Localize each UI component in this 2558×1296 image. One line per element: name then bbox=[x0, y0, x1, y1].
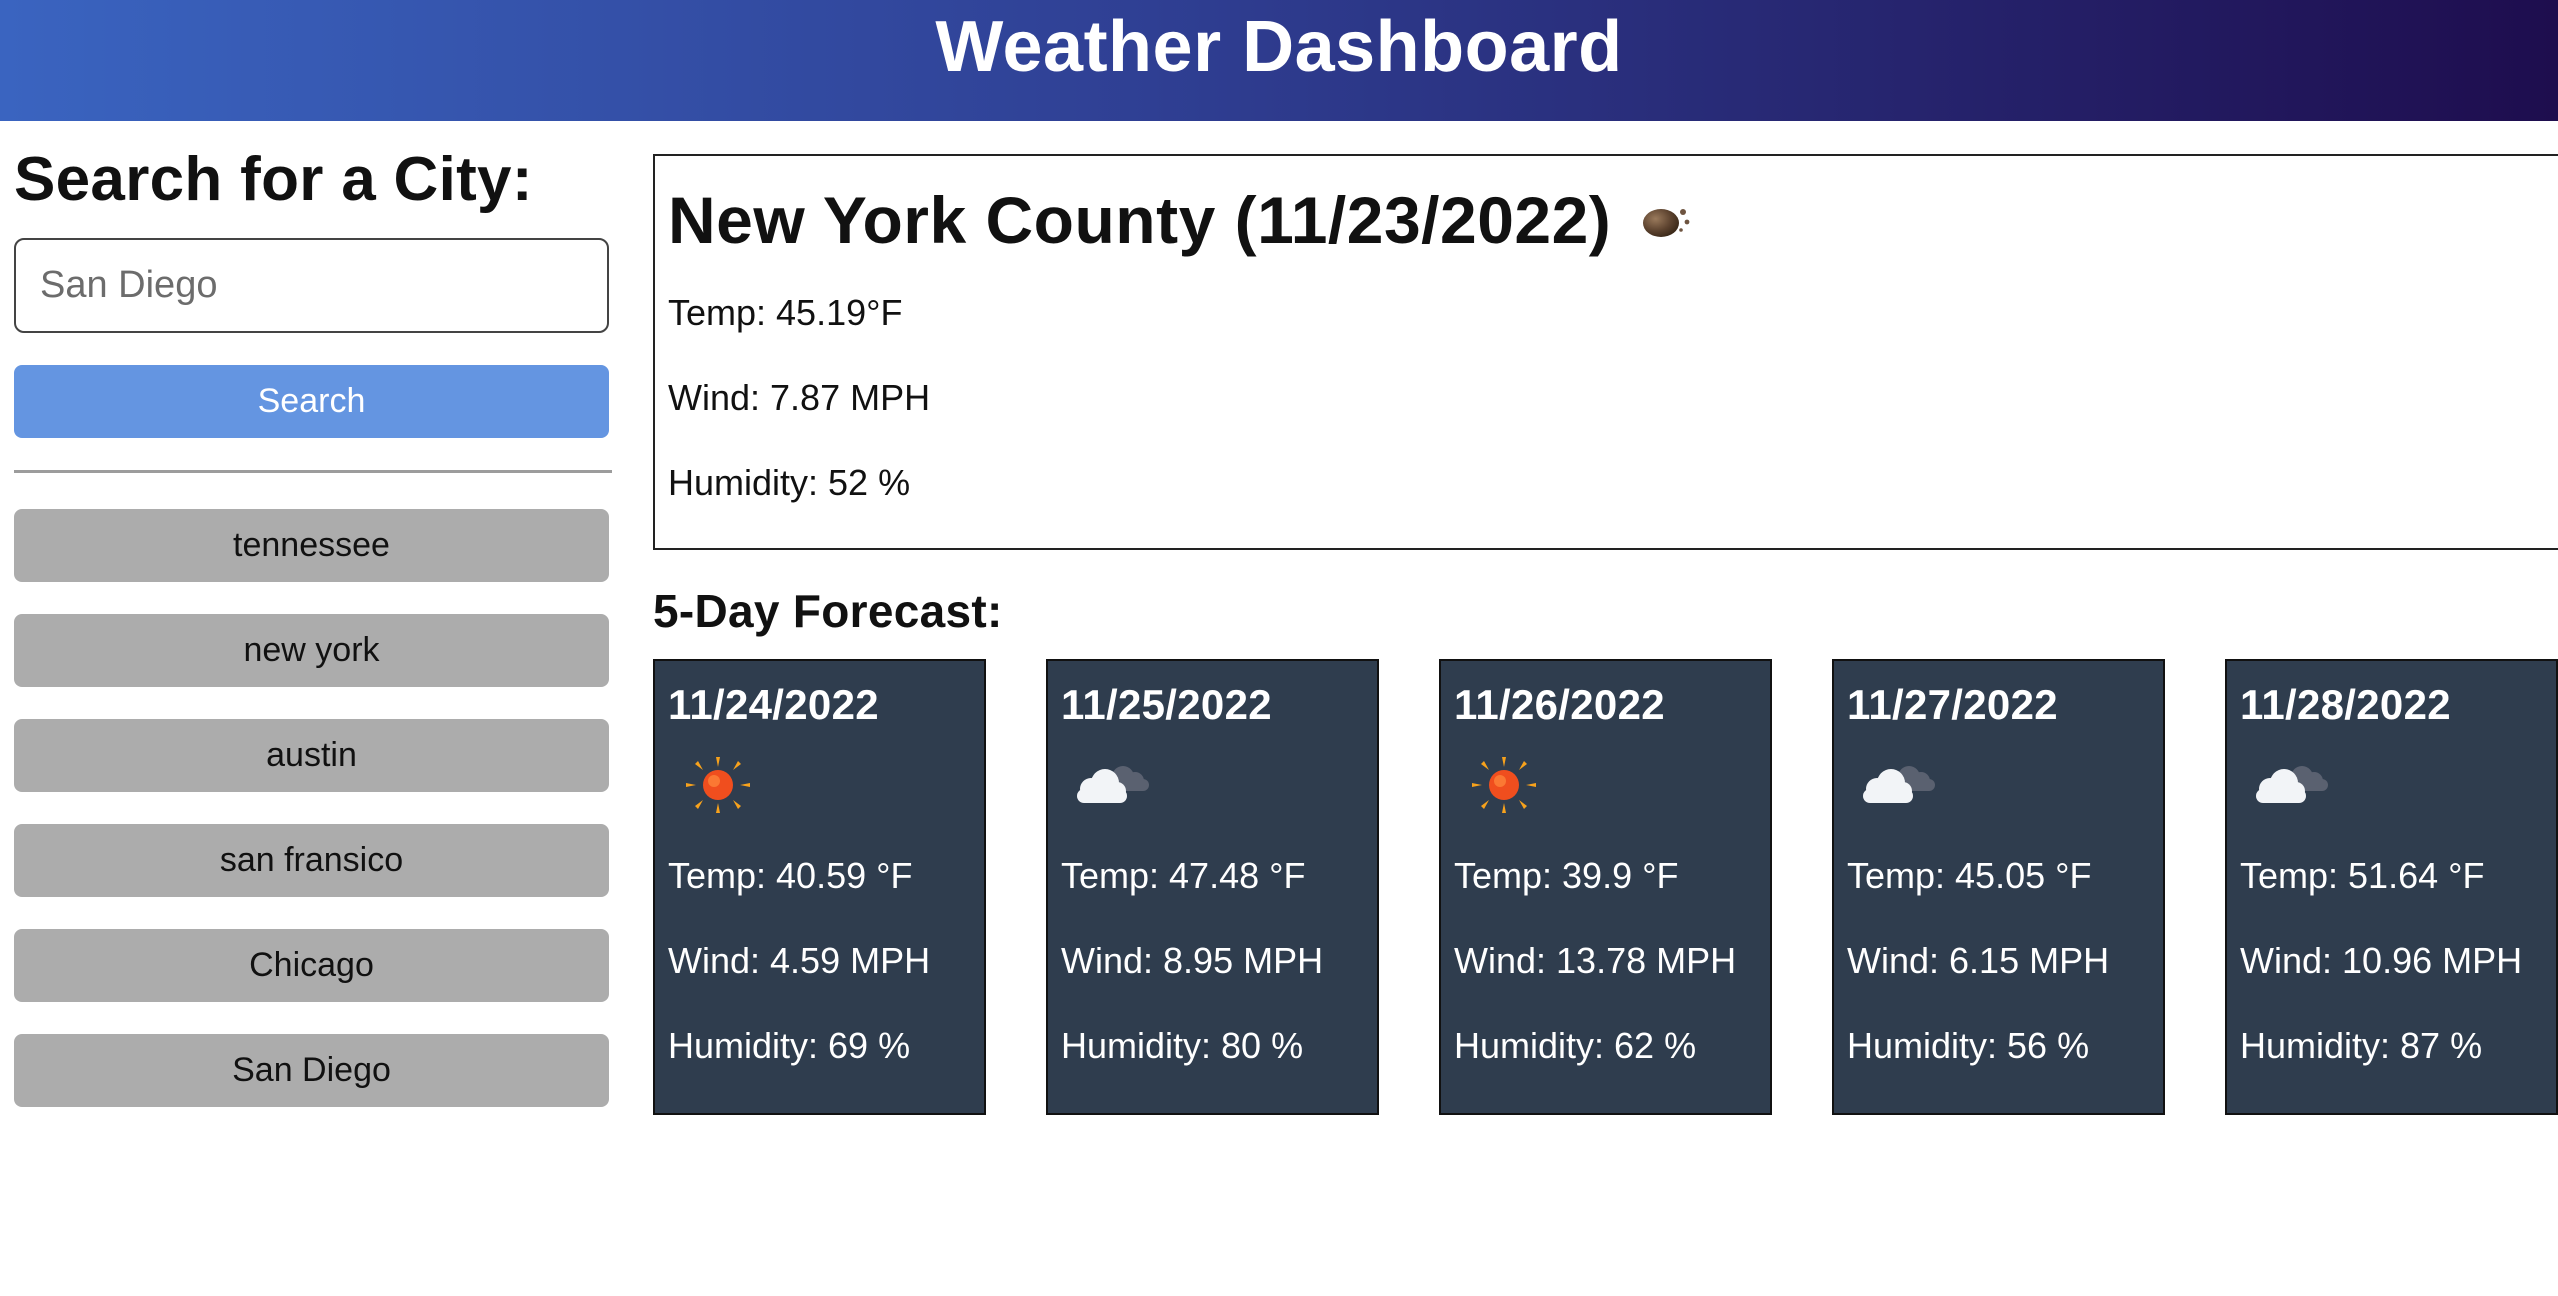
clouds-icon bbox=[1863, 766, 1935, 803]
forecast-temp: Temp: 45.05 °F bbox=[1847, 855, 2092, 896]
search-heading: Search for a City: bbox=[14, 145, 533, 214]
forecast-cards: 11/24/2022 Temp: 40.59 °F Wind: 4.59 MPH… bbox=[653, 659, 2558, 1115]
forecast-heading: 5-Day Forecast: bbox=[653, 585, 1003, 637]
forecast-humidity: Humidity: 56 % bbox=[1847, 1025, 2090, 1066]
history-button-chicago[interactable]: Chicago bbox=[14, 929, 609, 1002]
current-humidity: Humidity: 52 % bbox=[668, 462, 911, 503]
forecast-temp: Temp: 40.59 °F bbox=[668, 855, 913, 896]
forecast-date: 11/27/2022 bbox=[1847, 681, 2058, 728]
forecast-wind: Wind: 4.59 MPH bbox=[668, 940, 931, 981]
sun-icon bbox=[686, 757, 750, 813]
current-weather-panel: New York County (11/23/2022) Temp: 45.19… bbox=[653, 154, 2558, 550]
current-wind: Wind: 7.87 MPH bbox=[668, 377, 931, 418]
page-header: Weather Dashboard bbox=[0, 0, 2558, 121]
city-search-input[interactable] bbox=[14, 238, 609, 333]
clouds-icon bbox=[1077, 766, 1149, 803]
forecast-card: 11/24/2022 Temp: 40.59 °F Wind: 4.59 MPH… bbox=[653, 659, 986, 1115]
forecast-temp: Temp: 47.48 °F bbox=[1061, 855, 1306, 896]
forecast-date: 11/24/2022 bbox=[668, 681, 879, 728]
page-title: Weather Dashboard bbox=[935, 7, 1623, 87]
forecast-wind: Wind: 6.15 MPH bbox=[1847, 940, 2110, 981]
history-button-tennessee[interactable]: tennessee bbox=[14, 509, 609, 582]
forecast-wind: Wind: 13.78 MPH bbox=[1454, 940, 1737, 981]
forecast-date: 11/26/2022 bbox=[1454, 681, 1665, 728]
history-button-austin[interactable]: austin bbox=[14, 719, 609, 792]
clouds-icon bbox=[2256, 766, 2328, 803]
current-temp: Temp: 45.19°F bbox=[668, 292, 903, 333]
sun-icon bbox=[1472, 757, 1536, 813]
forecast-card: 11/27/2022 Temp: 45.05 °F Wind: 6.15 MPH… bbox=[1832, 659, 2165, 1115]
forecast-date: 11/25/2022 bbox=[1061, 681, 1272, 728]
fog-moon-icon bbox=[1643, 209, 1690, 237]
forecast-humidity: Humidity: 80 % bbox=[1061, 1025, 1304, 1066]
forecast-date: 11/28/2022 bbox=[2240, 681, 2451, 728]
forecast-humidity: Humidity: 62 % bbox=[1454, 1025, 1697, 1066]
forecast-card: 11/26/2022 Temp: 39.9 °F Wind: 13.78 MPH… bbox=[1439, 659, 1772, 1115]
forecast-wind: Wind: 10.96 MPH bbox=[2240, 940, 2523, 981]
history-button-new-york[interactable]: new york bbox=[14, 614, 609, 687]
forecast-humidity: Humidity: 87 % bbox=[2240, 1025, 2483, 1066]
forecast-wind: Wind: 8.95 MPH bbox=[1061, 940, 1324, 981]
sidebar-divider bbox=[14, 470, 612, 473]
forecast-temp: Temp: 39.9 °F bbox=[1454, 855, 1679, 896]
forecast-humidity: Humidity: 69 % bbox=[668, 1025, 911, 1066]
forecast-temp: Temp: 51.64 °F bbox=[2240, 855, 2485, 896]
search-button[interactable]: Search bbox=[14, 365, 609, 438]
current-city-title: New York County (11/23/2022) bbox=[668, 183, 1612, 257]
history-button-san-diego[interactable]: San Diego bbox=[14, 1034, 609, 1107]
search-sidebar: Search for a City: Search tennessee new … bbox=[14, 140, 612, 1139]
forecast-card: 11/25/2022 Temp: 47.48 °F Wind: 8.95 MPH… bbox=[1046, 659, 1379, 1115]
history-button-san-fransico[interactable]: san fransico bbox=[14, 824, 609, 897]
forecast-card: 11/28/2022 Temp: 51.64 °F Wind: 10.96 MP… bbox=[2225, 659, 2558, 1115]
search-history-list: tennessee new york austin san fransico C… bbox=[14, 509, 612, 1107]
